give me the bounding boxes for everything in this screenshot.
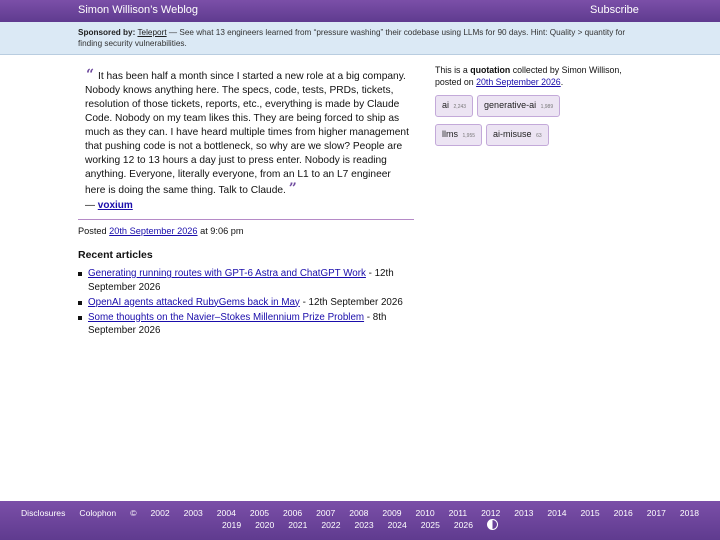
tag-name: llms xyxy=(442,129,458,139)
sidebar-meta: This is a quotation collected by Simon W… xyxy=(435,64,625,88)
site-header: Simon Willison’s Weblog Subscribe xyxy=(0,0,720,22)
year-link-2013[interactable]: 2013 xyxy=(514,507,533,519)
sponsor-label: Sponsored by: xyxy=(78,28,136,37)
sidebar-end: . xyxy=(560,77,564,87)
year-link-2019[interactable]: 2019 xyxy=(222,519,241,531)
year-link-2006[interactable]: 2006 xyxy=(283,507,302,519)
year-link-2016[interactable]: 2016 xyxy=(614,507,633,519)
recent-article-date: - 12th September 2026 xyxy=(299,296,403,308)
posted-prefix: Posted xyxy=(78,226,110,236)
sidebar: This is a quotation collected by Simon W… xyxy=(435,64,625,153)
recent-articles-heading: Recent articles xyxy=(78,249,153,261)
sidebar-prefix: This is a xyxy=(435,65,471,75)
posted-date-link[interactable]: 20th September 2026 xyxy=(109,226,197,236)
list-item: OpenAI agents attacked RubyGems back in … xyxy=(78,296,414,310)
close-quote-icon: ” xyxy=(288,181,297,197)
list-item: Some thoughts on the Navier–Stokes Mille… xyxy=(78,311,414,338)
quotation-text: It has been half a month since I started… xyxy=(85,71,409,196)
colophon-link[interactable]: Colophon xyxy=(79,507,116,519)
recent-articles-list: Generating running routes with GPT-6 Ast… xyxy=(78,267,414,338)
year-link-2024[interactable]: 2024 xyxy=(388,519,407,531)
footer-links: Disclosures Colophon © 2002 2003 2004 2005 2… xyxy=(0,501,720,531)
year-link-2003[interactable]: 2003 xyxy=(184,507,203,519)
year-link-2004[interactable]: 2004 xyxy=(217,507,236,519)
year-link-2005[interactable]: 2005 xyxy=(250,507,269,519)
tag-ai-misuse[interactable]: ai-misuse 63 xyxy=(486,124,549,146)
tag-name: generative-ai xyxy=(484,100,537,110)
content-type: quotation xyxy=(470,65,511,75)
tag-list: ai 2,243 generative-ai 1,989 llms 1,955 ai… xyxy=(435,95,625,153)
year-link-2018[interactable]: 2018 xyxy=(680,507,699,519)
cite-author-link[interactable]: voxium xyxy=(98,200,133,211)
site-footer: Disclosures Colophon © 2002 2003 2004 2005 2… xyxy=(0,501,720,540)
year-link-2012[interactable]: 2012 xyxy=(481,507,500,519)
tag-generative-ai[interactable]: generative-ai 1,989 xyxy=(477,95,561,117)
recent-article-link[interactable]: OpenAI agents attacked RubyGems back in … xyxy=(88,297,300,308)
divider xyxy=(78,219,414,220)
year-link-2002[interactable]: 2002 xyxy=(151,507,170,519)
year-link-2008[interactable]: 2008 xyxy=(349,507,368,519)
recent-article-link[interactable]: Some thoughts on the Navier–Stokes Mille… xyxy=(88,312,364,323)
quotation: “ It has been half a month since I start… xyxy=(78,67,414,198)
tag-ai[interactable]: ai 2,243 xyxy=(435,95,474,117)
tag-name: ai xyxy=(442,100,450,110)
open-quote-icon: “ xyxy=(86,67,95,83)
year-link-2023[interactable]: 2023 xyxy=(355,519,374,531)
quotation-citation: — voxium xyxy=(78,200,414,211)
sponsor-banner: Sponsored by: Teleport — See what 13 eng… xyxy=(0,22,720,55)
year-link-2009[interactable]: 2009 xyxy=(382,507,401,519)
subscribe-link[interactable]: Subscribe xyxy=(590,4,639,16)
year-link-2021[interactable]: 2021 xyxy=(288,519,307,531)
recent-article-link[interactable]: Generating running routes with GPT-6 Ast… xyxy=(88,268,366,279)
year-link-2025[interactable]: 2025 xyxy=(421,519,440,531)
cite-prefix: — xyxy=(85,200,98,211)
list-item: Generating running routes with GPT-6 Ast… xyxy=(78,267,414,294)
posted-time: at 9:06 pm xyxy=(197,226,244,236)
disclosures-link[interactable]: Disclosures xyxy=(21,507,65,519)
sponsor-link[interactable]: Teleport xyxy=(137,28,166,37)
tag-count: 2,243 xyxy=(453,104,467,110)
year-link-2014[interactable]: 2014 xyxy=(547,507,566,519)
quotation-body: It has been half a month since I started… xyxy=(85,70,414,198)
tag-name: ai-misuse xyxy=(493,129,532,139)
tag-llms[interactable]: llms 1,955 xyxy=(435,124,483,146)
year-link-2010[interactable]: 2010 xyxy=(416,507,435,519)
posted-line: Posted 20th September 2026 at 9:06 pm xyxy=(78,226,414,236)
sidebar-date-link[interactable]: 20th September 2026 xyxy=(476,77,561,87)
year-link-2022[interactable]: 2022 xyxy=(321,519,340,531)
tag-count: 63 xyxy=(536,133,542,139)
site-title-link[interactable]: Simon Willison’s Weblog xyxy=(78,4,198,16)
copyright-symbol: © xyxy=(130,508,137,518)
year-link-2011[interactable]: 2011 xyxy=(449,507,467,519)
tag-count: 1,955 xyxy=(462,133,476,139)
main-content: “ It has been half a month since I start… xyxy=(78,62,414,339)
tag-count: 1,989 xyxy=(540,104,554,110)
year-link-2020[interactable]: 2020 xyxy=(255,519,274,531)
year-link-2017[interactable]: 2017 xyxy=(647,507,666,519)
year-link-2026[interactable]: 2026 xyxy=(454,519,473,531)
year-link-2007[interactable]: 2007 xyxy=(316,507,335,519)
year-link-2015[interactable]: 2015 xyxy=(581,507,600,519)
contrast-icon[interactable] xyxy=(487,519,498,530)
